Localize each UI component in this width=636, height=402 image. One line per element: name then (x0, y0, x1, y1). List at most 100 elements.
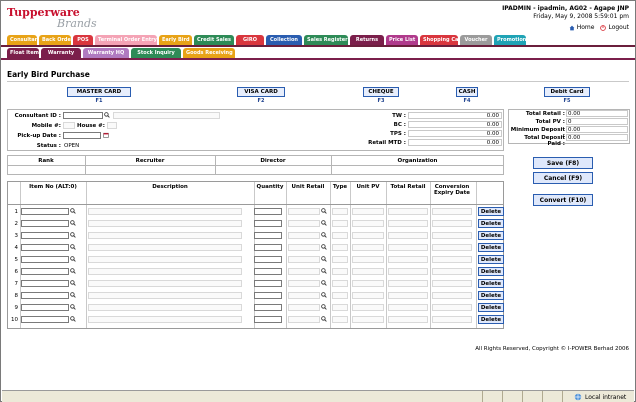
quantity-input[interactable] (254, 220, 282, 227)
nav-tab-credit-sales[interactable]: Credit Sales (194, 35, 234, 45)
nav-tab-warranty[interactable]: Warranty (41, 48, 81, 58)
delete-row-button[interactable]: Delete (478, 279, 504, 288)
page-title: Early Bird Purchase (7, 70, 90, 79)
nav-tab-back-order[interactable]: Back Order (39, 35, 71, 45)
calendar-icon[interactable] (103, 132, 109, 138)
status-cell (502, 391, 503, 402)
payment-debit-card-button[interactable]: Debit Card (544, 87, 590, 97)
nav-tab-voucher[interactable]: Voucher (460, 35, 492, 45)
type-field (332, 280, 348, 287)
quantity-input[interactable] (254, 244, 282, 251)
nav-tab-collection[interactable]: Collection (266, 35, 302, 45)
delete-row-button[interactable]: Delete (478, 303, 504, 312)
delete-row-button[interactable]: Delete (478, 255, 504, 264)
nav-tab-stock-inquiry[interactable]: Stock Inquiry (131, 48, 181, 58)
quantity-input[interactable] (254, 232, 282, 239)
delete-row-button[interactable]: Delete (478, 267, 504, 276)
unit-retail-search-icon[interactable] (321, 292, 327, 298)
payment-visa-card-button[interactable]: VISA CARD (237, 87, 285, 97)
item-search-icon[interactable] (70, 208, 76, 214)
nav-tab-promotion[interactable]: Promotion (494, 35, 526, 45)
description-field (88, 304, 242, 311)
item-search-icon[interactable] (70, 292, 76, 298)
item-search-icon[interactable] (70, 304, 76, 310)
delete-row-button[interactable]: Delete (478, 243, 504, 252)
convert-button[interactable]: Convert (F10) (533, 194, 593, 206)
unit-retail-search-icon[interactable] (321, 208, 327, 214)
type-field (332, 268, 348, 275)
unit-retail-search-icon[interactable] (321, 232, 327, 238)
unit-retail-search-icon[interactable] (321, 268, 327, 274)
item-no-input[interactable] (21, 256, 69, 263)
quantity-input[interactable] (254, 256, 282, 263)
quantity-input[interactable] (254, 304, 282, 311)
nav-tab-giro[interactable]: GIRO (236, 35, 264, 45)
total-retail-field (388, 292, 428, 299)
nav-tab-returns[interactable]: Returns (350, 35, 384, 45)
nav-tab-pos[interactable]: POS (73, 35, 93, 45)
unit-retail-field (288, 220, 320, 227)
rank-header-rank: Rank (38, 158, 54, 164)
item-header-total-retail: Total Retail (390, 184, 426, 190)
nav-tab-terminal-order-entry[interactable]: Terminal Order Entry (95, 35, 157, 45)
delete-row-button[interactable]: Delete (478, 219, 504, 228)
logout-link[interactable]: Logout (600, 24, 629, 31)
nav-tab-early-bird[interactable]: Early Bird (159, 35, 192, 45)
item-no-input[interactable] (21, 208, 69, 215)
cancel-button[interactable]: Cancel (F9) (533, 172, 593, 184)
type-field (332, 256, 348, 263)
item-no-input[interactable] (21, 316, 69, 323)
unit-retail-search-icon[interactable] (321, 244, 327, 250)
quantity-input[interactable] (254, 268, 282, 275)
payment-cheque-button[interactable]: CHEQUE (363, 87, 399, 97)
unit-retail-search-icon[interactable] (321, 316, 327, 322)
item-no-input[interactable] (21, 292, 69, 299)
nav-tab-shopping-cart[interactable]: Shopping Cart (420, 35, 458, 45)
pickup-date-input[interactable] (63, 132, 101, 139)
nav-tab-warranty-hq[interactable]: Warranty HQ (83, 48, 129, 58)
nav-tab-float-item[interactable]: Float Item (7, 48, 39, 58)
row-number: 7 (14, 281, 19, 287)
quantity-input[interactable] (254, 316, 282, 323)
rank-table-divider (7, 165, 504, 166)
nav-tab-goods-receiving[interactable]: Goods Receiving (183, 48, 235, 58)
quantity-input[interactable] (254, 280, 282, 287)
item-search-icon[interactable] (70, 232, 76, 238)
item-no-input[interactable] (21, 268, 69, 275)
unit-retail-search-icon[interactable] (321, 220, 327, 226)
nav-tab-consultant[interactable]: Consultant (7, 35, 37, 45)
delete-row-button[interactable]: Delete (478, 231, 504, 240)
payment-master-card-button[interactable]: MASTER CARD (67, 87, 131, 97)
item-no-input[interactable] (21, 244, 69, 251)
unit-retail-search-icon[interactable] (321, 304, 327, 310)
delete-row-button[interactable]: Delete (478, 291, 504, 300)
item-no-input[interactable] (21, 304, 69, 311)
item-no-input[interactable] (21, 232, 69, 239)
item-search-icon[interactable] (70, 280, 76, 286)
quantity-input[interactable] (254, 292, 282, 299)
item-search-icon[interactable] (70, 268, 76, 274)
nav-tab-sales-register[interactable]: Sales Register (304, 35, 348, 45)
item-no-input[interactable] (21, 280, 69, 287)
unit-pv-field (352, 304, 384, 311)
status-cell (562, 391, 563, 402)
item-search-icon[interactable] (70, 316, 76, 322)
unit-retail-search-icon[interactable] (321, 256, 327, 262)
item-search-icon[interactable] (70, 220, 76, 226)
quantity-input[interactable] (254, 208, 282, 215)
item-no-input[interactable] (21, 220, 69, 227)
nav-tab-price-list[interactable]: Price List (386, 35, 418, 45)
delete-row-button[interactable]: Delete (478, 207, 504, 216)
delete-row-button[interactable]: Delete (478, 315, 504, 324)
expiry-date-field (432, 268, 472, 275)
unit-pv-field (352, 208, 384, 215)
home-link[interactable]: Home (569, 24, 594, 31)
save-button[interactable]: Save (F8) (533, 157, 593, 169)
consultant-id-input[interactable] (63, 112, 103, 119)
unit-retail-search-icon[interactable] (321, 280, 327, 286)
main-nav: ConsultantBack OrderPOSTerminal Order En… (7, 35, 526, 45)
item-search-icon[interactable] (70, 256, 76, 262)
payment-cash-button[interactable]: CASH (456, 87, 478, 97)
item-search-icon[interactable] (70, 244, 76, 250)
consultant-search-icon[interactable] (104, 112, 110, 118)
